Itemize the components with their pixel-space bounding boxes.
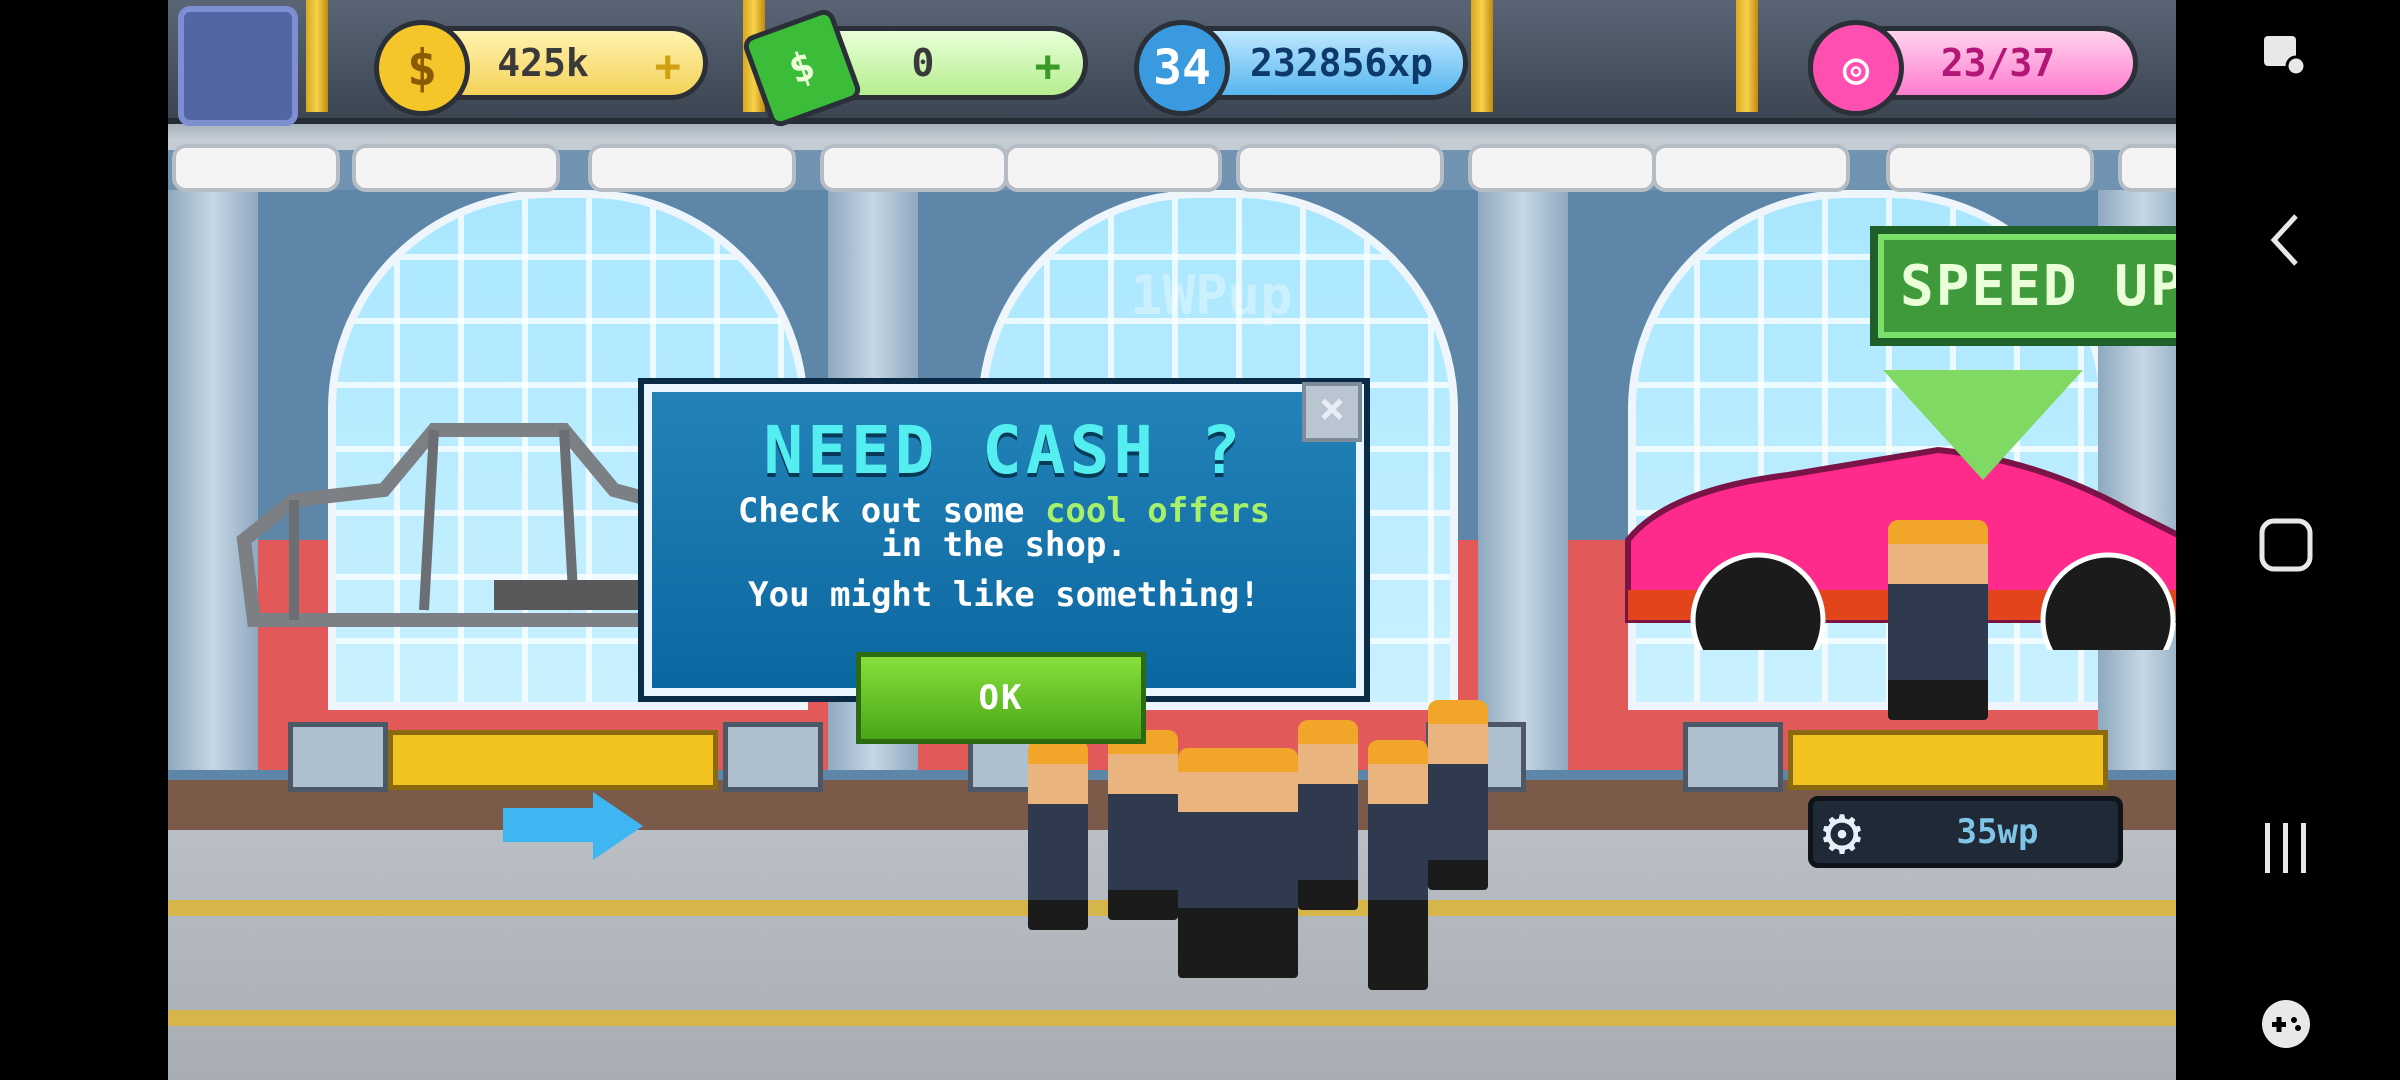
- dialog-line-3: You might like something!: [748, 575, 1260, 615]
- recent-apps-icon[interactable]: [2256, 818, 2316, 878]
- need-cash-dialog: × NEED CASH ? Check out some cool offers…: [644, 382, 1364, 696]
- top-hud-bar: 425k + $ 0 + $ 232856xp 34 23/37 ◎: [168, 0, 2176, 130]
- donut-value: 23/37: [1940, 41, 2056, 85]
- ok-button[interactable]: OK: [856, 652, 1146, 744]
- ceiling-light: [588, 144, 796, 192]
- ceiling-light: [820, 144, 1008, 192]
- xp-value: 232856xp: [1249, 41, 1433, 85]
- worker-character[interactable]: [1428, 700, 1488, 890]
- conveyor-belt: [388, 730, 718, 790]
- direction-arrow-tip: [593, 792, 643, 860]
- watermark-text: 1WPup: [1130, 264, 1293, 327]
- floor-stripe: [168, 1010, 2176, 1026]
- ceiling-light: [1004, 144, 1222, 192]
- screen-recorder-icon[interactable]: [2256, 28, 2312, 84]
- worker-character[interactable]: [1298, 720, 1358, 910]
- worker-character[interactable]: [1028, 740, 1088, 930]
- ceiling-light: [352, 144, 560, 192]
- conveyor-cart: [723, 722, 823, 792]
- ceiling-light: [1468, 144, 1656, 192]
- game-controller-icon[interactable]: [2256, 994, 2316, 1054]
- add-cash-icon[interactable]: +: [1035, 41, 1062, 92]
- worker-character[interactable]: [1368, 740, 1428, 990]
- ceiling-light: [1886, 144, 2094, 192]
- hud-post: [306, 0, 328, 112]
- ceiling-light: [1652, 144, 1850, 192]
- player-avatar[interactable]: [178, 6, 298, 126]
- conveyor-belt: [1788, 730, 2108, 790]
- back-icon[interactable]: [2258, 210, 2314, 270]
- worker-character[interactable]: [1108, 730, 1178, 920]
- donut-icon: ◎: [1808, 20, 1904, 116]
- level-badge: 34: [1134, 20, 1230, 116]
- level-value: 34: [1153, 40, 1211, 96]
- hud-post: [1736, 0, 1758, 112]
- speed-up-button[interactable]: SPEED UP: [1870, 226, 2176, 346]
- direction-arrow-icon: [503, 808, 593, 842]
- ceiling-light: [172, 144, 340, 192]
- hud-post: [1471, 0, 1493, 112]
- home-icon[interactable]: [2256, 515, 2316, 575]
- coin-icon: $: [374, 20, 470, 116]
- ceiling-light: [1236, 144, 1444, 192]
- dialog-message: Check out some cool offers in the shop. …: [652, 494, 1356, 612]
- conveyor-cart: [288, 722, 388, 792]
- gear-icon: ⚙: [1822, 793, 1862, 870]
- add-coins-icon[interactable]: +: [655, 41, 682, 92]
- dialog-line-1: Check out some cool offers: [652, 494, 1356, 528]
- workstation-upgrade-badge[interactable]: ⚙ 35wp: [1808, 796, 2123, 868]
- pillar: [1478, 190, 1568, 770]
- worker-character[interactable]: [1888, 520, 1988, 720]
- conveyor-cart: [1683, 722, 1783, 792]
- cash-value: 0: [911, 41, 935, 85]
- ceiling-light: [2118, 144, 2176, 192]
- android-nav-bar: [2176, 0, 2400, 1080]
- worker-character[interactable]: [1178, 748, 1298, 978]
- coins-value: 425k: [497, 41, 589, 85]
- dialog-line-2: in the shop.: [881, 525, 1127, 565]
- workstation-points-label: 35wp: [1956, 812, 2039, 852]
- dialog-title: NEED CASH ?: [763, 412, 1245, 489]
- speed-up-arrow-icon: [1883, 370, 2083, 480]
